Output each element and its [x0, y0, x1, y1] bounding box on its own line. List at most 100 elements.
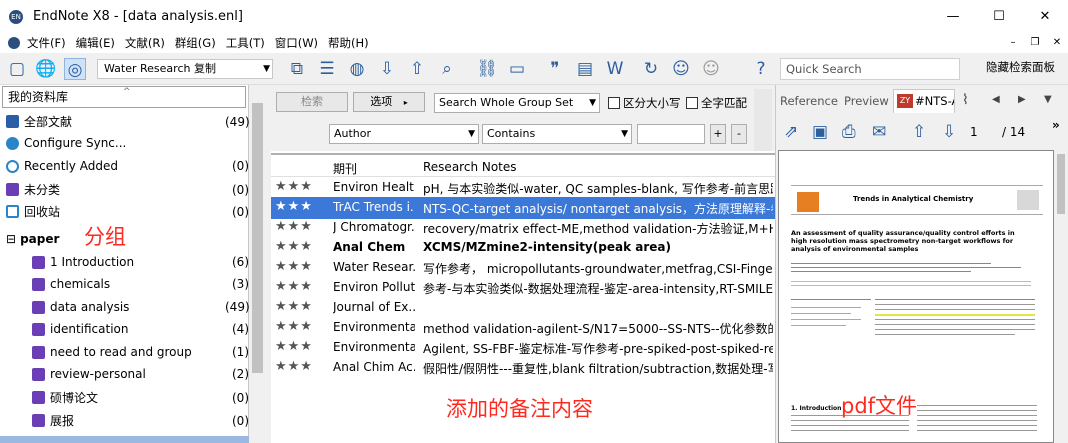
subgroup-exhibition[interactable]: 展报 (0): [32, 412, 249, 429]
online-search-icon[interactable]: 🌐: [35, 58, 57, 80]
table-row[interactable]: ★★★ Journal of Ex...: [271, 297, 775, 319]
rating[interactable]: ★★★: [275, 299, 313, 314]
table-row[interactable]: ★★★ Environ Healt... pH, 与本实验类似-water, Q…: [271, 177, 775, 199]
menu-groups[interactable]: 群组(G): [175, 35, 216, 51]
match-words-checkbox[interactable]: 全字匹配: [686, 95, 747, 111]
mdi-close-button[interactable]: ✕: [1046, 33, 1068, 53]
table-row[interactable]: ★★★ Environmenta... method validation-ag…: [271, 317, 775, 339]
document-icon[interactable]: [8, 37, 20, 49]
rating[interactable]: ★★★: [275, 179, 313, 194]
output-style-select[interactable]: Water Research 复制 ▼: [97, 59, 273, 79]
import-icon[interactable]: ⇩: [376, 58, 398, 80]
rating[interactable]: ★★★: [275, 319, 313, 334]
group-all-references[interactable]: 全部文献 (49): [6, 113, 250, 130]
group-recently-added[interactable]: Recently Added (0): [6, 159, 249, 173]
rating[interactable]: ★★★: [275, 239, 313, 254]
rating[interactable]: ★★★: [275, 279, 313, 294]
groups-scrollbar[interactable]: [249, 85, 266, 443]
insert-citation-icon[interactable]: ❞: [544, 58, 566, 80]
close-button[interactable]: ✕: [1022, 0, 1068, 33]
copy-formatted-icon[interactable]: ⧉: [286, 58, 308, 80]
page-number-input[interactable]: 1: [970, 125, 978, 139]
table-row[interactable]: ★★★ Environmenta... Agilent, SS-FBF-鉴定标准…: [271, 337, 775, 359]
maximize-button[interactable]: ☐: [976, 0, 1022, 33]
page-up-icon[interactable]: ⇧: [912, 122, 926, 142]
subgroup-introduction[interactable]: 1 Introduction (6): [32, 255, 249, 269]
tab-menu-icon[interactable]: ▼: [1044, 94, 1052, 105]
local-library-icon[interactable]: ▢: [6, 58, 28, 80]
search-panel-scrollbar[interactable]: [754, 89, 772, 151]
search-operator-select[interactable]: Contains ▼: [482, 124, 632, 144]
tab-reference[interactable]: Reference: [780, 94, 838, 108]
options-button[interactable]: 选项 ▸: [353, 92, 425, 112]
table-row[interactable]: ★★★ Anal Chim Ac... 假阳性/假阴性---重复性,blank …: [271, 357, 775, 379]
table-row[interactable]: ★★★ TrAC Trends i... NTS-QC-target analy…: [271, 197, 775, 219]
mdi-minimize-button[interactable]: –: [1002, 33, 1024, 53]
subgroup-need-to-read[interactable]: need to read and group (1): [32, 345, 249, 359]
integrated-library-icon[interactable]: ◎: [64, 58, 86, 80]
paperclip-icon[interactable]: ⌇: [962, 92, 969, 108]
search-button[interactable]: 检索: [276, 92, 348, 112]
table-row[interactable]: ★★★ J Chromatogr... recovery/matrix effe…: [271, 217, 775, 239]
format-bibliography-icon[interactable]: ▤: [574, 58, 596, 80]
more-tools-icon[interactable]: »: [1052, 118, 1060, 132]
subgroup-chemicals[interactable]: chemicals (3): [32, 277, 249, 291]
checkbox-box[interactable]: [608, 97, 620, 109]
help-icon[interactable]: ?: [750, 58, 772, 80]
table-row[interactable]: ★★★ Anal Chem XCMS/MZmine2-intensity(pea…: [271, 237, 775, 259]
export-icon[interactable]: ⇧: [406, 58, 428, 80]
add-field-button[interactable]: +: [710, 124, 726, 144]
column-research-notes[interactable]: Research Notes: [423, 160, 517, 174]
group-set-paper[interactable]: ⊟ paper: [6, 232, 59, 246]
share-group-icon[interactable]: ☺: [700, 58, 722, 80]
mdi-restore-button[interactable]: ❐: [1024, 33, 1046, 53]
minimize-button[interactable]: —: [930, 0, 976, 33]
match-case-checkbox[interactable]: 区分大小写: [608, 95, 681, 111]
menu-window[interactable]: 窗口(W): [275, 35, 318, 51]
column-journal[interactable]: 期刊: [333, 160, 357, 177]
tab-pdf[interactable]: ZY#NTS-Ar: [893, 89, 955, 113]
my-library-header[interactable]: 我的资料库 ^: [2, 86, 246, 108]
pdf-scrollbar[interactable]: [1054, 150, 1068, 443]
search-term-input[interactable]: [637, 124, 705, 144]
page-down-icon[interactable]: ⇩: [942, 122, 956, 142]
subgroup-data-analysis[interactable]: data analysis (49): [32, 300, 250, 314]
save-icon[interactable]: ▣: [812, 122, 828, 142]
find-fulltext-icon[interactable]: ⌕: [436, 58, 458, 80]
remove-field-button[interactable]: -: [731, 124, 747, 144]
word-icon[interactable]: W: [604, 58, 626, 80]
open-external-icon[interactable]: ⇗: [784, 122, 798, 142]
group-unfiled[interactable]: 未分类 (0): [6, 181, 249, 198]
menu-tools[interactable]: 工具(T): [226, 35, 265, 51]
menu-references[interactable]: 文献(R): [125, 35, 165, 51]
tab-preview[interactable]: Preview: [844, 94, 889, 108]
subgroup-identification[interactable]: identification (4): [32, 322, 249, 336]
table-row[interactable]: ★★★ Water Resear... 写作参考， micropollutant…: [271, 257, 775, 279]
quick-search-input[interactable]: Quick Search: [780, 58, 960, 80]
checkbox-box[interactable]: [686, 97, 698, 109]
open-link-icon[interactable]: ⛓: [476, 58, 498, 80]
search-scope-select[interactable]: Search Whole Group Set ▼: [434, 93, 600, 113]
next-tab-icon[interactable]: ▶: [1018, 94, 1026, 105]
menu-help[interactable]: 帮助(H): [328, 35, 369, 51]
search-field-select[interactable]: Author ▼: [329, 124, 479, 144]
open-file-icon[interactable]: ▭: [506, 58, 528, 80]
print-icon[interactable]: ⎙: [842, 122, 856, 142]
rating[interactable]: ★★★: [275, 259, 313, 274]
email-icon[interactable]: ✉: [872, 122, 886, 142]
sync-icon[interactable]: ↻: [640, 58, 662, 80]
new-reference-icon[interactable]: ☰: [316, 58, 338, 80]
share-user-icon[interactable]: ☺: [670, 58, 692, 80]
collapse-arrow-icon[interactable]: ^: [123, 82, 131, 102]
rating[interactable]: ★★★: [275, 339, 313, 354]
collapse-icon[interactable]: ⊟: [6, 232, 16, 246]
hide-search-panel-button[interactable]: 隐藏检索面板: [986, 59, 1055, 75]
table-row[interactable]: ★★★ Environ Pollut 参考-与本实验类似-数据处理流程-鉴定-a…: [271, 277, 775, 299]
find-online-icon[interactable]: ◍: [346, 58, 368, 80]
rating[interactable]: ★★★: [275, 219, 313, 234]
scrollbar-thumb[interactable]: [1057, 154, 1065, 214]
group-trash[interactable]: 回收站 (0): [6, 203, 249, 220]
prev-tab-icon[interactable]: ◀: [992, 94, 1000, 105]
menu-edit[interactable]: 编辑(E): [76, 35, 115, 51]
rating[interactable]: ★★★: [275, 359, 313, 374]
